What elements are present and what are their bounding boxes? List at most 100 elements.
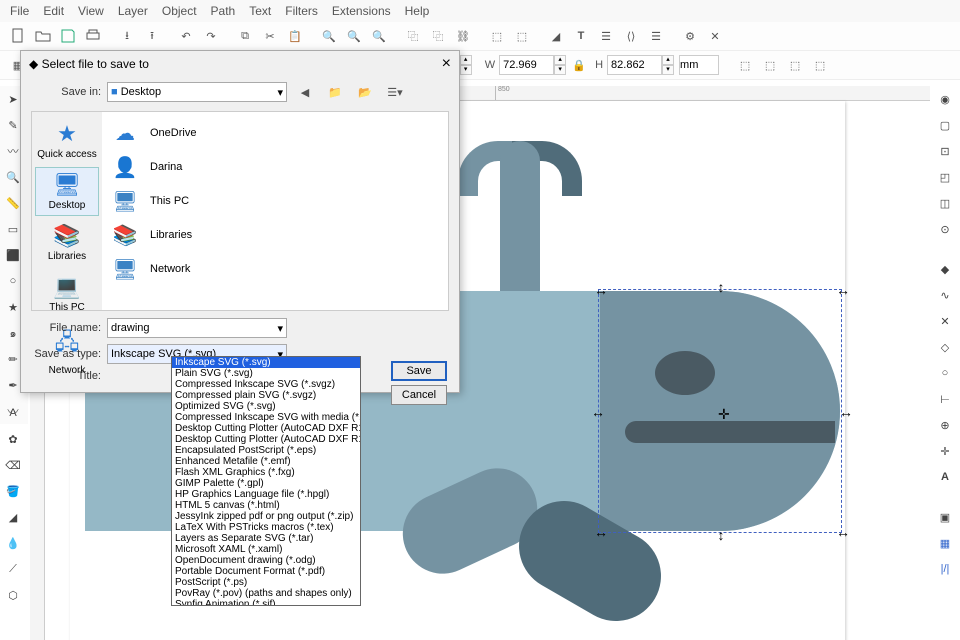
dropper-tool-icon[interactable]: 💧: [2, 532, 24, 554]
lpe-tool-icon[interactable]: ⬡: [2, 584, 24, 606]
eraser-tool-icon[interactable]: ⌫: [2, 454, 24, 476]
selection-box[interactable]: ↔ ↕ ↔ ↔ ✛ ↔ ↔ ↕ ↔: [598, 289, 842, 533]
save-in-combo[interactable]: ■ Desktop ▾: [107, 82, 287, 102]
format-option[interactable]: LaTeX With PSTricks macros (*.tex): [172, 522, 360, 533]
save-button[interactable]: Save: [391, 361, 447, 381]
close-icon[interactable]: ×: [442, 55, 451, 73]
snap-center-icon[interactable]: ⊙: [934, 218, 956, 240]
snap-line-mid-icon[interactable]: ⊢: [934, 388, 956, 410]
snap-rot-center-icon[interactable]: ✛: [934, 440, 956, 462]
zoom-page-icon[interactable]: 🔍: [367, 24, 391, 48]
format-option[interactable]: Compressed plain SVG (*.svgz): [172, 390, 360, 401]
format-option[interactable]: Layers as Separate SVG (*.tar): [172, 533, 360, 544]
snap-smooth-icon[interactable]: ○: [934, 362, 956, 384]
menu-view[interactable]: View: [78, 4, 104, 18]
format-option[interactable]: Enhanced Metafile (*.emf): [172, 456, 360, 467]
clone-icon[interactable]: ⿻: [426, 24, 450, 48]
file-darina[interactable]: 👤Darina: [106, 150, 444, 184]
format-option[interactable]: Synfig Animation (*.sif): [172, 599, 360, 606]
new-doc-icon[interactable]: [6, 24, 30, 48]
file-libraries[interactable]: 📚Libraries: [106, 218, 444, 252]
format-option[interactable]: Compressed Inkscape SVG (*.svgz): [172, 379, 360, 390]
snap-page-icon[interactable]: ▣: [934, 506, 956, 528]
snap-cusp-icon[interactable]: ◇: [934, 336, 956, 358]
w-spinner[interactable]: ▴▾: [554, 55, 566, 75]
format-option[interactable]: Plain SVG (*.svg): [172, 368, 360, 379]
snap-text-icon[interactable]: A: [934, 466, 956, 488]
format-option[interactable]: Encapsulated PostScript (*.eps): [172, 445, 360, 456]
text-tool-icon[interactable]: A: [2, 402, 24, 424]
menu-extensions[interactable]: Extensions: [332, 4, 391, 18]
zoom-draw-icon[interactable]: 🔍: [342, 24, 366, 48]
import-icon[interactable]: ⭳: [115, 24, 139, 48]
align-icon[interactable]: ☰: [644, 24, 668, 48]
menu-help[interactable]: Help: [405, 4, 430, 18]
affect-corner-icon[interactable]: ⬚: [758, 53, 782, 77]
format-option[interactable]: Compressed Inkscape SVG with media (*.zi…: [172, 412, 360, 423]
affect-grad-icon[interactable]: ⬚: [783, 53, 807, 77]
cancel-button[interactable]: Cancel: [391, 385, 447, 405]
group-icon[interactable]: ⬚: [485, 24, 509, 48]
type-dropdown[interactable]: Inkscape SVG (*.svg)Plain SVG (*.svg)Com…: [171, 356, 361, 606]
xml-icon[interactable]: ⟨⟩: [619, 24, 643, 48]
prefs-icon[interactable]: ⚙: [678, 24, 702, 48]
affect-stroke-icon[interactable]: ⬚: [733, 53, 757, 77]
y-spinner[interactable]: ▴▾: [460, 55, 472, 75]
filename-input[interactable]: drawing▾: [107, 318, 287, 338]
spray-tool-icon[interactable]: ✿: [2, 428, 24, 450]
export-icon[interactable]: ⭱: [140, 24, 164, 48]
format-option[interactable]: Portable Document Format (*.pdf): [172, 566, 360, 577]
menu-layer[interactable]: Layer: [118, 4, 148, 18]
menu-object[interactable]: Object: [162, 4, 197, 18]
snap-grid-icon[interactable]: ▦: [934, 532, 956, 554]
file-network[interactable]: 🖥Network: [106, 252, 444, 286]
back-icon[interactable]: ◀: [293, 80, 317, 104]
format-option[interactable]: JessyInk zipped pdf or png output (*.zip…: [172, 511, 360, 522]
menu-filters[interactable]: Filters: [285, 4, 318, 18]
format-option[interactable]: OpenDocument drawing (*.odg): [172, 555, 360, 566]
snap-enable-icon[interactable]: ◉: [934, 88, 956, 110]
format-option[interactable]: Microsoft XAML (*.xaml): [172, 544, 360, 555]
format-option[interactable]: Desktop Cutting Plotter (AutoCAD DXF R12…: [172, 423, 360, 434]
file-list[interactable]: ☁OneDrive👤Darina🖥This PC📚Libraries🖥Netwo…: [102, 112, 448, 310]
place-libraries[interactable]: 📚Libraries: [35, 218, 99, 267]
snap-guide-icon[interactable]: |/|: [934, 558, 956, 580]
snap-node-icon[interactable]: ◆: [934, 258, 956, 280]
snap-path-icon[interactable]: ∿: [934, 284, 956, 306]
snap-edge-icon[interactable]: ⊡: [934, 140, 956, 162]
affect-pat-icon[interactable]: ⬚: [808, 53, 832, 77]
format-option[interactable]: PovRay (*.pov) (paths and shapes only): [172, 588, 360, 599]
lock-aspect-icon[interactable]: 🔒: [567, 53, 591, 77]
fill-tool-icon[interactable]: 🪣: [2, 480, 24, 502]
ungroup-icon[interactable]: ⬚: [510, 24, 534, 48]
snap-intersect-icon[interactable]: ✕: [934, 310, 956, 332]
format-option[interactable]: HTML 5 canvas (*.html): [172, 500, 360, 511]
format-option[interactable]: Desktop Cutting Plotter (AutoCAD DXF R14…: [172, 434, 360, 445]
unit-select[interactable]: [679, 55, 719, 75]
dup-icon[interactable]: ⿻: [401, 24, 425, 48]
layers-icon[interactable]: ☰: [594, 24, 618, 48]
snap-mid-icon[interactable]: ◫: [934, 192, 956, 214]
save-icon[interactable]: [56, 24, 80, 48]
format-option[interactable]: Optimized SVG (*.svg): [172, 401, 360, 412]
views-icon[interactable]: ☰▾: [383, 80, 407, 104]
undo-icon[interactable]: ↶: [174, 24, 198, 48]
menu-edit[interactable]: Edit: [43, 4, 64, 18]
menu-path[interactable]: Path: [211, 4, 236, 18]
gradient-tool-icon[interactable]: ◢: [2, 506, 24, 528]
cut-icon[interactable]: ✂: [258, 24, 282, 48]
unlink-icon[interactable]: ⛓: [451, 24, 475, 48]
fill-stroke-icon[interactable]: ◢: [544, 24, 568, 48]
copy-icon[interactable]: ⧉: [233, 24, 257, 48]
place-quick-access[interactable]: ★Quick access: [35, 116, 99, 165]
whale-spout-stem[interactable]: [500, 141, 540, 291]
format-option[interactable]: HP Graphics Language file (*.hpgl): [172, 489, 360, 500]
menu-text[interactable]: Text: [249, 4, 271, 18]
place-this-pc[interactable]: 💻This PC: [35, 269, 99, 318]
redo-icon[interactable]: ↷: [199, 24, 223, 48]
file-this-pc[interactable]: 🖥This PC: [106, 184, 444, 218]
h-input[interactable]: [607, 55, 662, 75]
paste-icon[interactable]: 📋: [283, 24, 307, 48]
snap-obj-center-icon[interactable]: ⊕: [934, 414, 956, 436]
docprops-icon[interactable]: ✕: [703, 24, 727, 48]
